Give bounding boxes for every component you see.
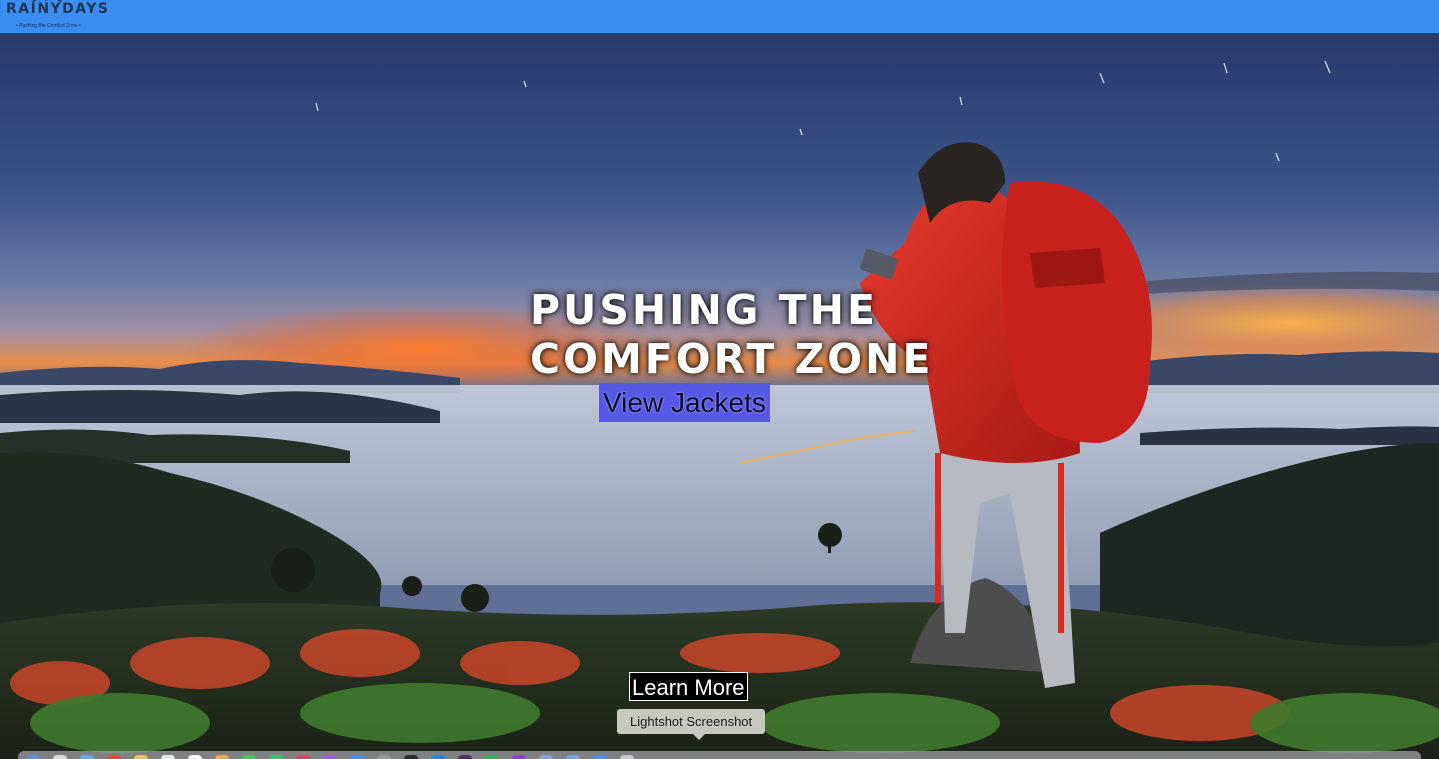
vscode-icon[interactable] (431, 755, 445, 759)
trash-icon[interactable] (620, 755, 634, 759)
mail-icon[interactable] (134, 755, 148, 759)
messages-icon[interactable] (242, 755, 256, 759)
lightshot-icon[interactable] (512, 755, 526, 759)
photos-icon[interactable] (215, 755, 229, 759)
slack-icon[interactable] (458, 755, 472, 759)
hero-headline: PUSHING THE COMFORT ZONE (530, 286, 933, 384)
logo-title: RAINYDAYS (6, 1, 110, 17)
hero-section: PUSHING THE COMFORT ZONE View Jackets Le… (0, 33, 1439, 759)
notes-icon[interactable] (161, 755, 175, 759)
hero-headline-line-2: COMFORT ZONE (530, 335, 934, 383)
downloads-icon[interactable] (593, 755, 607, 759)
terminal-icon[interactable] (404, 755, 418, 759)
podcasts-icon[interactable] (323, 755, 337, 759)
calendar-icon[interactable] (188, 755, 202, 759)
view-jackets-button[interactable]: View Jackets (599, 383, 770, 422)
tooltip-arrow (693, 734, 705, 740)
safari-icon[interactable] (80, 755, 94, 759)
top-navigation-bar: RAINYDAYS • Pushing the Comfort Zone • (0, 0, 1439, 33)
facetime-icon[interactable] (269, 755, 283, 759)
music-icon[interactable] (296, 755, 310, 759)
launchpad-icon[interactable] (53, 755, 67, 759)
macos-dock[interactable] (18, 751, 1421, 759)
hero-headline-line-1: PUSHING THE (530, 286, 878, 334)
rainydays-logo[interactable]: RAINYDAYS • Pushing the Comfort Zone • (6, 0, 108, 32)
settings-icon[interactable] (377, 755, 391, 759)
page: RAINYDAYS • Pushing the Comfort Zone • P… (0, 0, 1439, 759)
learn-more-button[interactable]: Learn More (629, 672, 748, 701)
logo-tagline: • Pushing the Comfort Zone • (16, 23, 81, 29)
finder-icon[interactable] (26, 755, 40, 759)
spotify-icon[interactable] (485, 755, 499, 759)
folder-icon[interactable] (566, 755, 580, 759)
chrome-icon[interactable] (107, 755, 121, 759)
app-store-icon[interactable] (350, 755, 364, 759)
preview-icon[interactable] (539, 755, 553, 759)
lightshot-tooltip: Lightshot Screenshot (617, 709, 766, 734)
